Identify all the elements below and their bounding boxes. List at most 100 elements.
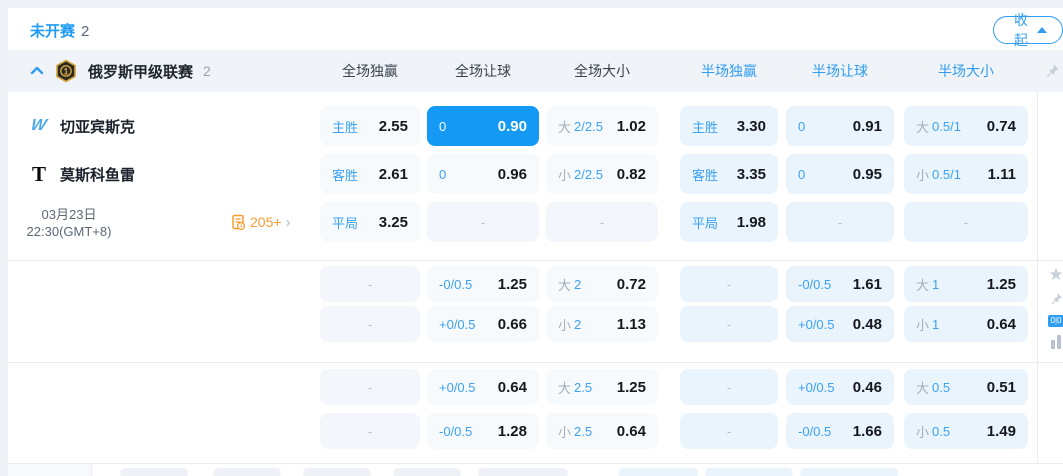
odds-cell[interactable]: 大1 1.25: [904, 266, 1028, 302]
odds-label: -0/0.5: [798, 276, 832, 292]
divider: [8, 260, 1063, 261]
odds-cell[interactable]: 大2 0.72: [546, 266, 658, 302]
odds-cell[interactable]: +0/0.5 0.64: [427, 369, 539, 405]
column-header-half-handicap[interactable]: 半场让球: [786, 50, 894, 92]
odds-cell-empty: -: [320, 266, 420, 302]
odds-prefix: 小: [916, 424, 930, 440]
column-header-full-overunder: 全场大小: [574, 63, 630, 79]
partial-cell: [393, 468, 461, 476]
odds-label: 2.5: [574, 423, 593, 439]
partial-cell: [303, 468, 371, 476]
odds-value: 0.64: [497, 378, 527, 396]
odds-value: 0.96: [497, 165, 527, 183]
odds-label: 主胜: [332, 119, 359, 135]
odds-cell[interactable]: -0/0.5 1.25: [427, 266, 539, 302]
column-header-full-1x2: 全场独赢: [342, 63, 398, 79]
odds-label: 主胜: [692, 119, 719, 135]
pin-icon[interactable]: [1048, 291, 1063, 307]
status-count: 2: [81, 23, 90, 40]
odds-value: 1.66: [852, 422, 882, 440]
odds-cell[interactable]: 客胜 2.61: [320, 154, 420, 194]
score-tag-icon[interactable]: 0|0: [1047, 315, 1063, 327]
odds-prefix: 大: [916, 277, 930, 293]
odds-value: 1.13: [616, 315, 646, 333]
odds-cell[interactable]: -0/0.5 1.66: [786, 413, 894, 449]
odds-cell[interactable]: 大 0.5/1 0.74: [904, 106, 1028, 146]
odds-value: 0.95: [852, 165, 882, 183]
odds-cell[interactable]: 大 0.5 0.51: [904, 369, 1028, 405]
divider: [8, 463, 1063, 464]
odds-value: 3.30: [736, 117, 766, 135]
odds-value: 1.49: [986, 422, 1016, 440]
odds-prefix: 大: [558, 380, 572, 396]
odds-cell[interactable]: 小 0.5/1 1.11: [904, 154, 1028, 194]
collapse-label: 收起: [1014, 12, 1028, 48]
odds-cell[interactable]: 主胜 2.55: [320, 106, 420, 146]
divider: [8, 362, 1063, 363]
odds-cell[interactable]: 小 2/2.5 0.82: [546, 154, 658, 194]
column-header-half-1x2[interactable]: 半场独赢: [680, 50, 778, 92]
extra-odds-row: - -0/0.5 1.28 小 2.5 0.64 - -0/0.5 1.66 小0…: [8, 413, 1063, 449]
odds-cell[interactable]: 主胜 3.30: [680, 106, 778, 146]
stats-bars-icon[interactable]: [1051, 335, 1061, 349]
odds-value: 0.64: [616, 422, 646, 440]
odds-value: 1.25: [497, 275, 527, 293]
odds-cell[interactable]: 0 0.95: [786, 154, 894, 194]
odds-value: 3.35: [736, 165, 766, 183]
odds-label: 2: [574, 316, 582, 332]
status-tab-not-started[interactable]: 未开赛 2: [30, 20, 89, 41]
odds-cell[interactable]: 大 2/2.5 1.02: [546, 106, 658, 146]
odds-cell[interactable]: -0/0.5 1.61: [786, 266, 894, 302]
odds-cell[interactable]: 平局 1.98: [680, 202, 778, 242]
pin-icon[interactable]: [1043, 62, 1061, 80]
match-info-row: 03月23日 22:30(GMT+8) 205+ › 平局 3.25 - - 平…: [8, 202, 1063, 242]
odds-prefix: 小: [916, 317, 930, 333]
odds-cell-empty: -: [680, 266, 778, 302]
odds-cell[interactable]: +0/0.5 0.66: [427, 306, 539, 342]
odds-cell[interactable]: 大 2.5 1.25: [546, 369, 658, 405]
odds-prefix: 小: [558, 317, 572, 333]
partial-cell: [120, 468, 188, 476]
match-list-card: 未开赛 2 收起 1 俄罗斯甲级联赛 2 全场独赢 全场让球 全场大小 半场独赢…: [8, 8, 1063, 476]
chevron-up-icon[interactable]: [30, 64, 44, 78]
odds-label: 1: [932, 276, 940, 292]
odds-prefix: 大: [558, 119, 572, 135]
odds-cell-selected[interactable]: 0 0.90: [427, 106, 539, 146]
dash: -: [726, 379, 732, 395]
odds-cell[interactable]: +0/0.5 0.46: [786, 369, 894, 405]
odds-label: 客胜: [692, 167, 719, 183]
dash: -: [837, 214, 843, 230]
odds-value: 0.72: [616, 275, 646, 293]
match-tools: ★ 0|0: [1045, 266, 1063, 349]
odds-cell[interactable]: 小 2.5 0.64: [546, 413, 658, 449]
odds-cell[interactable]: +0/0.5 0.48: [786, 306, 894, 342]
odds-cell[interactable]: -0/0.5 1.28: [427, 413, 539, 449]
odds-cell[interactable]: 小1 0.64: [904, 306, 1028, 342]
odds-prefix: 小: [558, 167, 572, 183]
partial-cell: [478, 468, 568, 476]
odds-value: 0.82: [616, 165, 646, 183]
status-label: 未开赛: [30, 23, 76, 40]
odds-cell[interactable]: 客胜 3.35: [680, 154, 778, 194]
betting-odds-screen: 未开赛 2 收起 1 俄罗斯甲级联赛 2 全场独赢 全场让球 全场大小 半场独赢…: [0, 0, 1063, 476]
odds-cell[interactable]: 小2 1.13: [546, 306, 658, 342]
collapse-button[interactable]: 收起: [993, 12, 1063, 48]
league-badge-icon: 1: [56, 59, 76, 83]
odds-label: 0: [798, 166, 806, 182]
dash: -: [726, 423, 732, 439]
odds-cell[interactable]: 平局 3.25: [320, 202, 420, 242]
odds-value: 1.98: [736, 213, 766, 231]
match-time: 22:30(GMT+8): [26, 224, 112, 239]
odds-cell[interactable]: 0 0.91: [786, 106, 894, 146]
odds-cell[interactable]: 0 0.96: [427, 154, 539, 194]
odds-cell[interactable]: 小 0.5 1.49: [904, 413, 1028, 449]
odds-label: 2/2.5: [574, 118, 603, 134]
favorite-star-icon[interactable]: ★: [1048, 266, 1063, 283]
extra-odds-row: - +0/0.5 0.66 小2 1.13 - +0/0.5 0.48 小1 0…: [8, 306, 1063, 342]
more-markets-link[interactable]: 205+ ›: [230, 202, 291, 242]
odds-value: 1.28: [497, 422, 527, 440]
away-team-row: T 莫斯科鱼雷 客胜 2.61 0 0.96 小 2/2.5 0.82 客胜 3.…: [8, 154, 1063, 194]
dash: -: [963, 214, 969, 230]
dash: -: [599, 214, 605, 230]
column-header-half-overunder[interactable]: 半场大小: [904, 50, 1028, 92]
